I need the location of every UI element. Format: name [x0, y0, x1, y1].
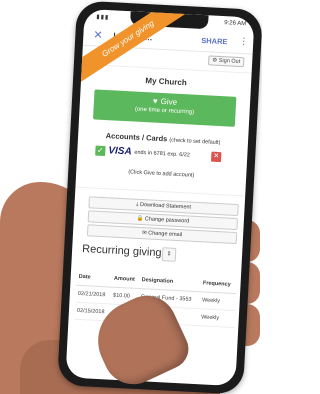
column-header: Frequency [200, 275, 237, 294]
add-account-hint: (Click Give to add account) [128, 169, 195, 179]
divider [75, 186, 246, 197]
share-button[interactable]: SHARE [201, 36, 228, 46]
table-cell: Weekly [199, 291, 237, 311]
signal-icon: ▮▮▮ [96, 14, 110, 22]
status-time: 9:26 AM [224, 20, 247, 28]
church-title: My Church [145, 76, 187, 88]
give-button[interactable]: ♥ Give (one time or recurring) [92, 89, 237, 127]
visa-logo: VISA [108, 145, 132, 158]
column-header: Amount [111, 270, 141, 289]
column-header: Date [76, 268, 113, 288]
table-cell: Weekly [198, 308, 236, 328]
table-cell: 02/21/2018 [75, 285, 112, 305]
sign-out-button[interactable]: ⚙ Sign Out [208, 55, 245, 68]
phone-promo-scene: ▮▮▮ 9:26 AM ✕ ley – My… SHARE ⋮ lley ⚙ S… [0, 0, 262, 394]
delete-card-button[interactable]: ✕ [210, 151, 222, 163]
cards-heading-hint: (check to set default) [169, 137, 221, 147]
recurring-giving-title: Recurring giving [81, 243, 162, 260]
close-icon[interactable]: ✕ [93, 28, 103, 41]
card-detail: ends in 6781 exp. 6/22 [134, 149, 191, 159]
cards-heading-title: Accounts / Cards [105, 131, 168, 144]
heart-icon: ♥ [152, 96, 158, 106]
give-label: Give [160, 96, 178, 107]
recurring-toggle-button[interactable]: ⇕ [161, 247, 177, 262]
more-menu-icon[interactable]: ⋮ [239, 36, 249, 47]
default-checkbox[interactable]: ✓ [95, 145, 106, 157]
card-row: ✓ VISA ends in 6781 exp. 6/22 ✕ [77, 144, 247, 167]
